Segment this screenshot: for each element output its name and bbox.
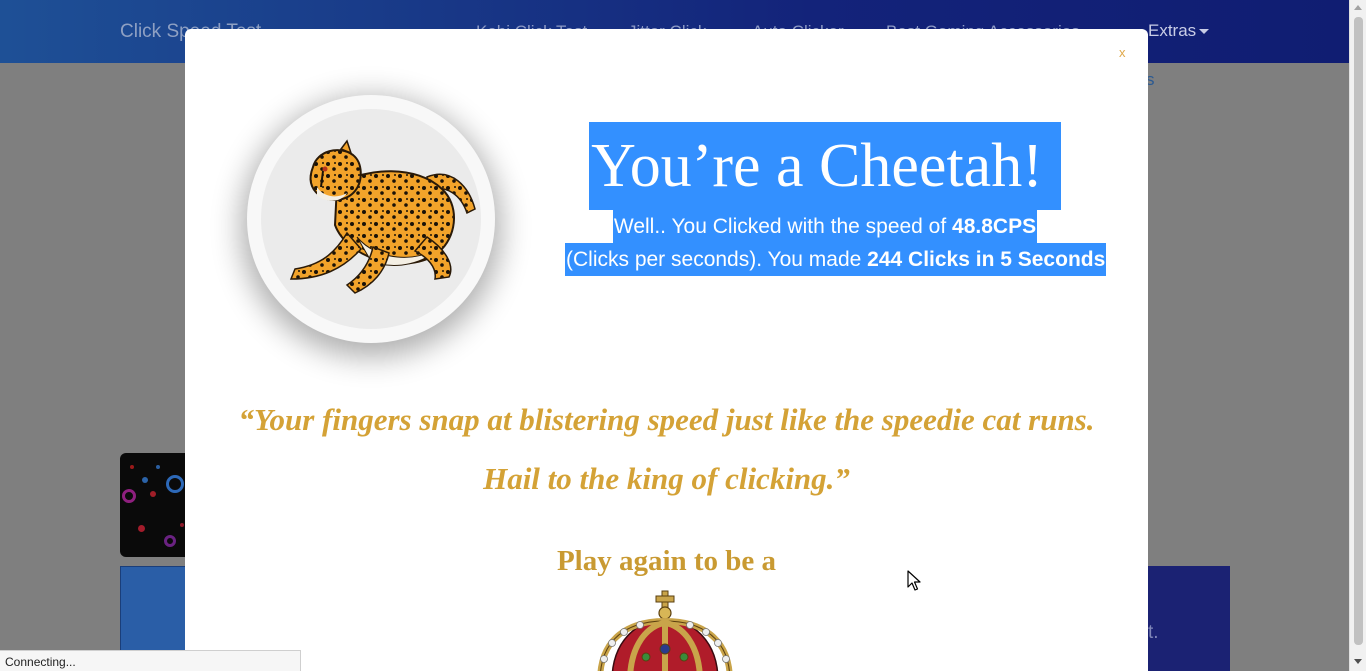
result-modal: x You’re a Cheetah! Well.. You Clicked w…	[185, 29, 1148, 671]
play-again-text: Play again to be a	[556, 545, 777, 577]
decor-dot	[156, 465, 160, 469]
crown-icon	[597, 590, 733, 671]
decor-dot	[142, 477, 148, 483]
rank-badge	[247, 95, 495, 343]
speed-line: Well.. You Clicked with the speed of 48.…	[612, 210, 1038, 243]
page-scrollbar[interactable]	[1349, 0, 1366, 671]
decor-dot	[150, 491, 156, 497]
cps-value: 48.8CPS	[952, 215, 1037, 238]
nav-extras-label: Extras	[1148, 21, 1197, 40]
background-card-text: t.	[1148, 622, 1159, 643]
background-card-navy[interactable]: t.	[1140, 566, 1230, 671]
clicks-prefix: (Clicks per seconds). You made	[566, 248, 868, 271]
clicks-summary: 244 Clicks in 5 Seconds	[867, 248, 1106, 271]
clicks-line: (Clicks per seconds). You made 244 Click…	[565, 243, 1107, 276]
speed-prefix: Well.. You Clicked with the speed of	[613, 215, 953, 238]
rank-quote: “Your fingers snap at blistering speed j…	[185, 390, 1148, 508]
browser-status-bar: Connecting...	[0, 650, 301, 671]
rank-title: You’re a Cheetah!	[589, 122, 1061, 210]
mouse-cursor-icon	[907, 570, 921, 591]
nav-extras-dropdown[interactable]: Extras	[1148, 21, 1210, 41]
decor-dot	[166, 475, 184, 493]
caret-down-icon	[1199, 29, 1210, 35]
scroll-up-arrow-icon[interactable]	[1354, 5, 1362, 10]
decor-dot	[164, 535, 176, 547]
scroll-thumb[interactable]	[1354, 17, 1363, 645]
decor-dot	[130, 465, 134, 469]
quote-line-1: “Your fingers snap at blistering speed j…	[238, 402, 1095, 437]
cheetah-icon	[289, 139, 476, 294]
decor-dot	[138, 525, 145, 532]
close-button[interactable]: x	[1119, 45, 1126, 60]
decor-dot	[122, 489, 136, 503]
result-summary: You’re a Cheetah! Well.. You Clicked wit…	[565, 122, 1107, 276]
scroll-down-arrow-icon[interactable]	[1354, 659, 1362, 664]
decor-dot	[180, 523, 184, 527]
quote-line-2: Hail to the king of clicking.”	[483, 461, 850, 496]
